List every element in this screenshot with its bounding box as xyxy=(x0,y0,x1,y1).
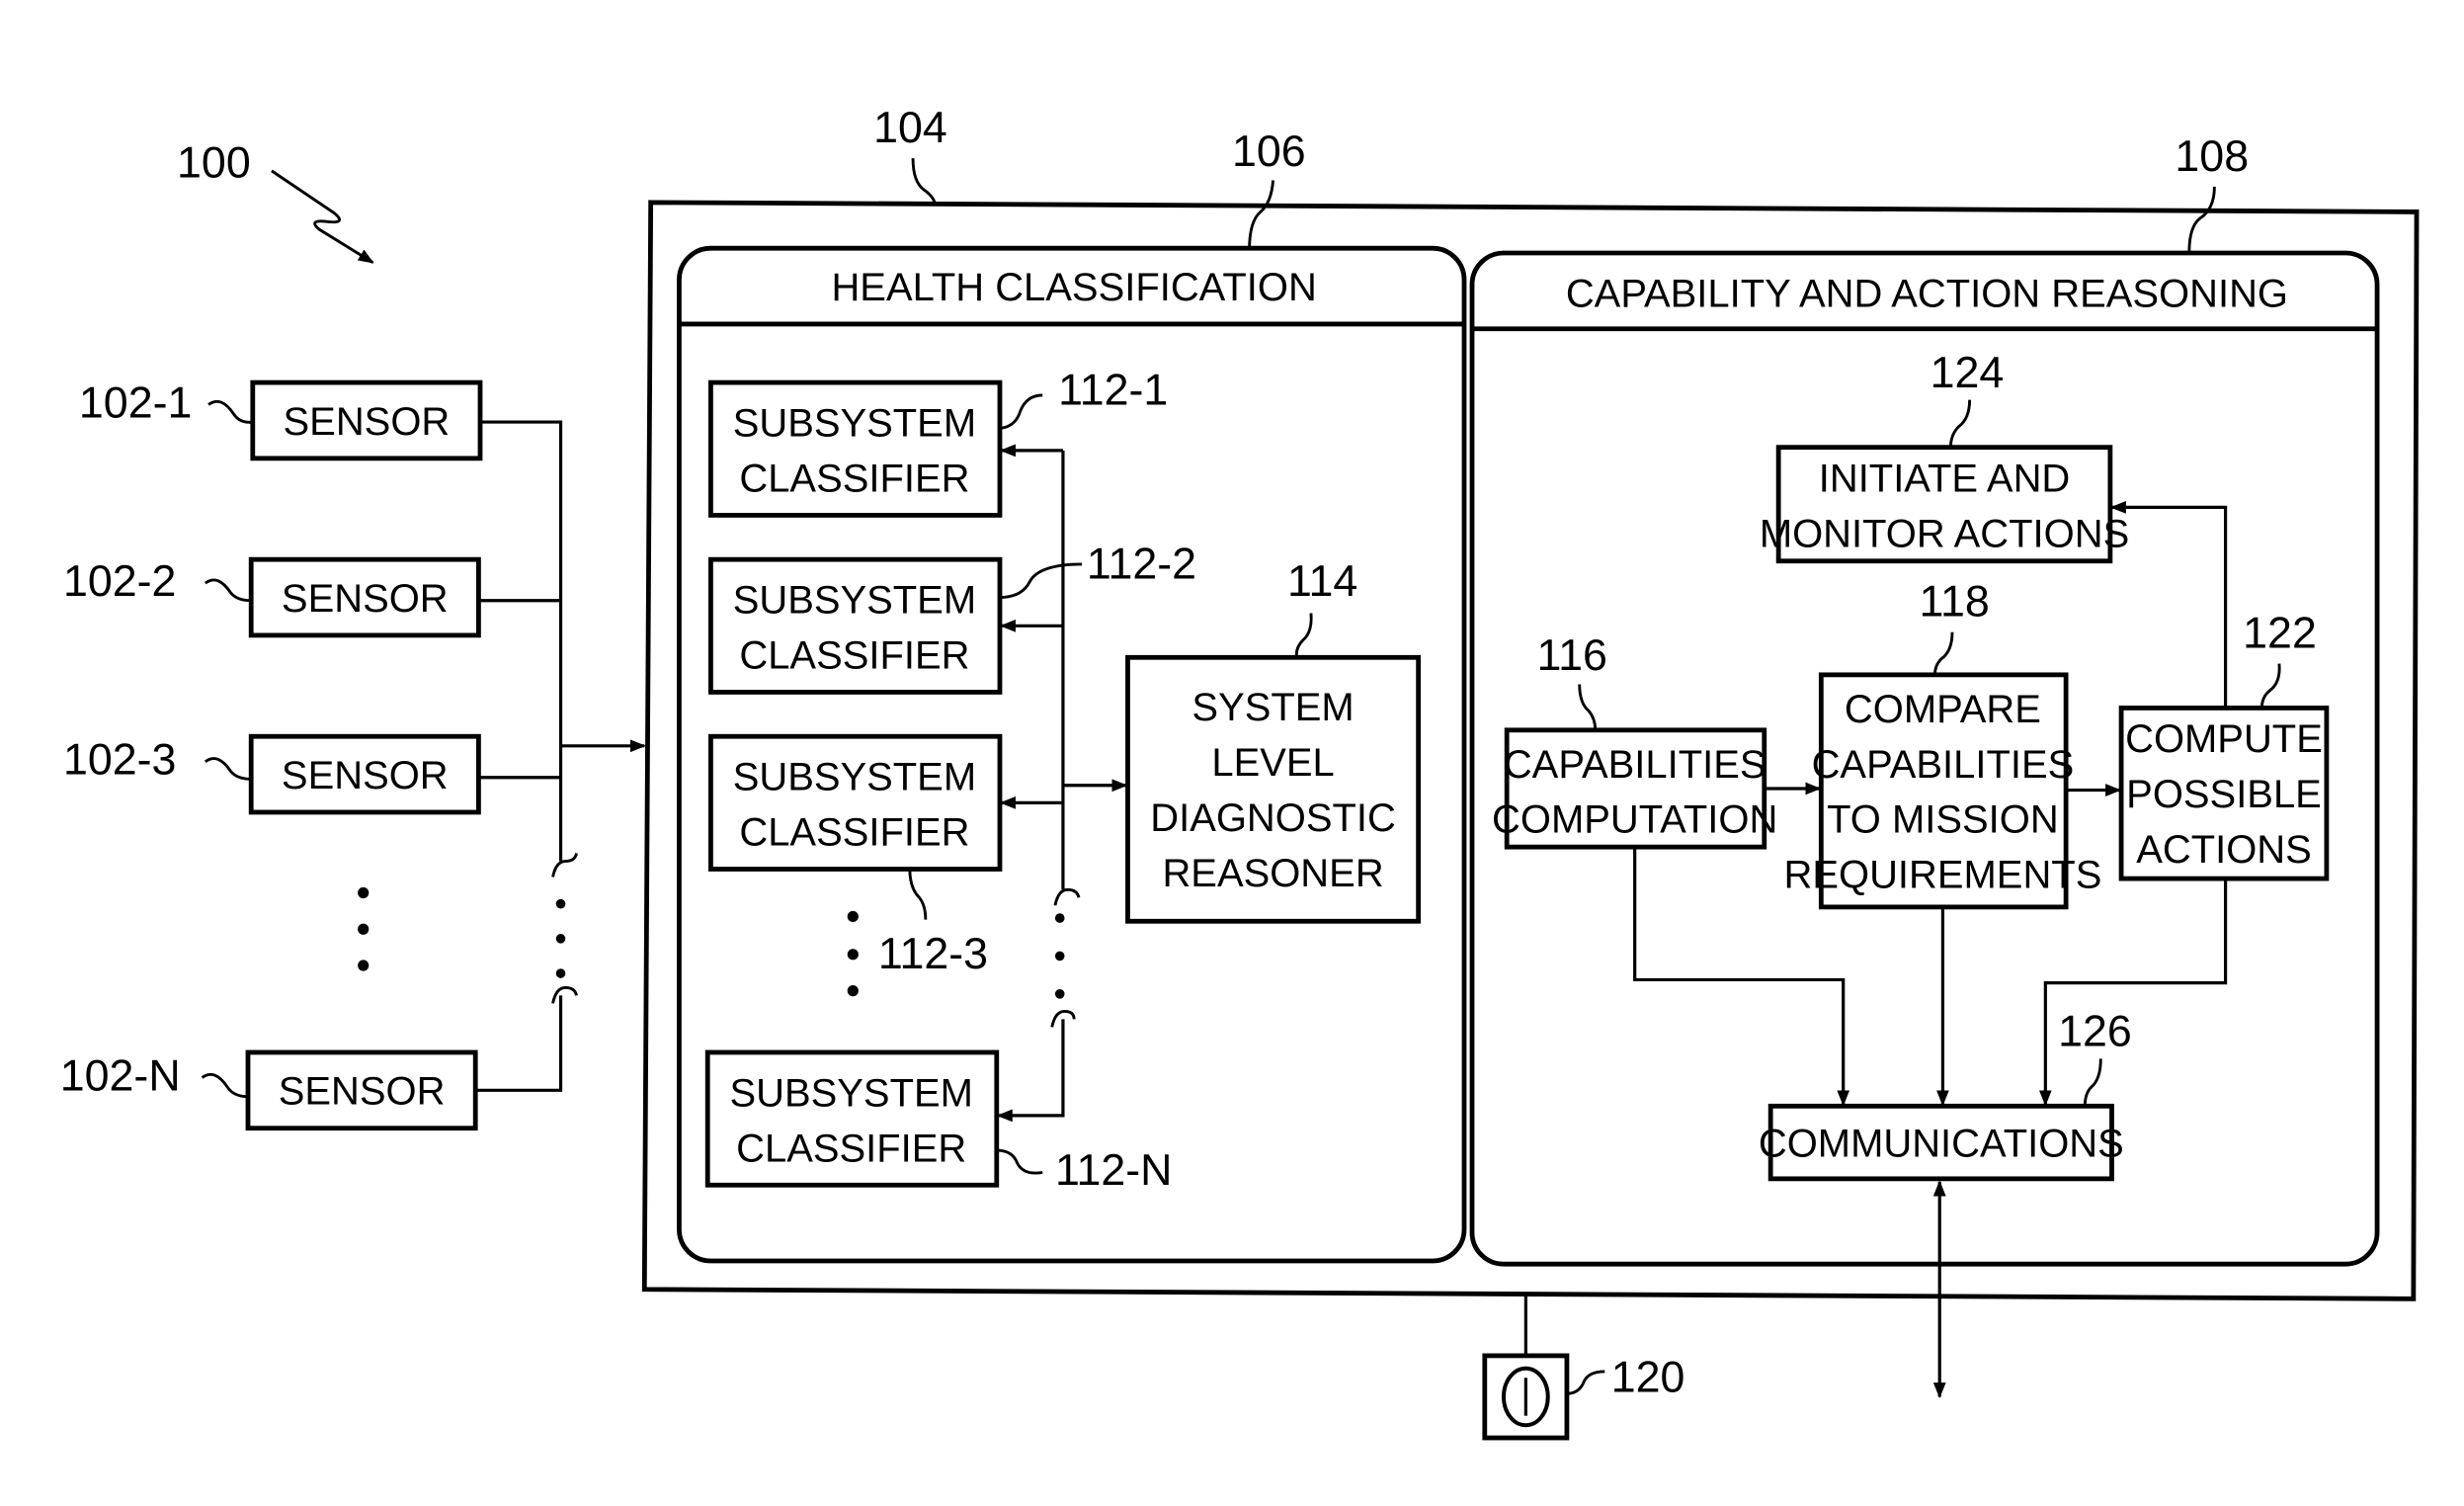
capability-panel-ref: 108 xyxy=(2175,131,2249,181)
classifier-label-2: CLASSIFIER xyxy=(739,811,969,855)
system-level-diagnostic-reasoner: 114 SYSTEM LEVEL DIAGNOSTIC REASONER xyxy=(1125,556,1422,924)
capabilities-label: CAPABILITIES xyxy=(1504,743,1766,787)
classifier-ref: 112-3 xyxy=(878,929,988,978)
sensor-ref: 102-2 xyxy=(63,556,176,606)
classifier-label-1: SUBSYSTEM xyxy=(733,756,976,799)
compute-label: POSSIBLE xyxy=(2126,773,2322,816)
health-panel-ref: 106 xyxy=(1232,126,1306,176)
classifier-ref: 112-N xyxy=(1055,1145,1173,1195)
sensor-ref: 102-3 xyxy=(63,735,176,785)
capabilities-label: COMPUTATION xyxy=(1492,798,1777,842)
sensor-n: 102-N SENSOR xyxy=(60,1049,478,1131)
classifier-3: SUBSYSTEM CLASSIFIER 112-3 xyxy=(708,733,1003,978)
classifier-label-2: CLASSIFIER xyxy=(739,633,969,677)
system-block-diagram: 100 102-1 SENSOR 102-2 SENSOR 102-3 SENS… xyxy=(60,103,2420,1441)
sensor-3: 102-3 SENSOR xyxy=(63,733,481,815)
reasoner-ref: 114 xyxy=(1287,556,1357,606)
classifier-label-1: SUBSYSTEM xyxy=(729,1071,972,1115)
classifier-ref: 112-2 xyxy=(1087,539,1196,588)
figure-ref-label: 100 xyxy=(177,137,251,187)
classifier-label-1: SUBSYSTEM xyxy=(733,401,976,445)
compute-label: COMPUTE xyxy=(2125,717,2323,761)
classifier-label-2: CLASSIFIER xyxy=(736,1127,966,1170)
initiate-monitor-actions: 124 INITIATE AND MONITOR ACTIONS xyxy=(1760,348,2129,564)
sensor-label: SENSOR xyxy=(282,577,449,621)
sensor-label: SENSOR xyxy=(284,400,451,444)
classifier-2: SUBSYSTEM CLASSIFIER 112-2 xyxy=(708,539,1196,695)
reasoner-label: REASONER xyxy=(1162,852,1383,895)
outer-ref-label: 104 xyxy=(873,103,947,152)
power-switch-ref: 120 xyxy=(1611,1353,1685,1402)
sensor-2: 102-2 SENSOR xyxy=(63,556,481,638)
classifier-ref: 112-1 xyxy=(1058,365,1168,414)
communications-label: COMMUNICATIONS xyxy=(1759,1122,2124,1165)
compare-label: TO MISSION xyxy=(1827,798,2059,842)
health-panel-title: HEALTH CLASSIFICATION xyxy=(831,266,1316,309)
capabilities-computation: 116 CAPABILITIES COMPUTATION xyxy=(1492,630,1777,850)
capabilities-ref: 116 xyxy=(1537,630,1607,680)
sensor-1: 102-1 SENSOR xyxy=(79,377,483,461)
reasoner-label: DIAGNOSTIC xyxy=(1150,796,1396,840)
reasoner-label: SYSTEM xyxy=(1191,686,1354,729)
sensor-ref: 102-1 xyxy=(79,377,192,427)
sensor-bus xyxy=(475,420,646,1092)
classifier-label-1: SUBSYSTEM xyxy=(733,579,976,623)
classifier-n: SUBSYSTEM CLASSIFIER 112-N xyxy=(704,1049,1173,1195)
compare-label: CAPABILITIES xyxy=(1812,743,2075,787)
capability-panel-title: CAPABILITY AND ACTION REASONING xyxy=(1566,272,2288,315)
compare-label: REQUIREMENTS xyxy=(1783,854,2101,897)
communications: 126 COMMUNICATIONS xyxy=(1759,1007,2132,1182)
reasoner-label: LEVEL xyxy=(1211,741,1334,785)
classifier-ellipsis xyxy=(847,910,859,997)
communications-ref: 126 xyxy=(2058,1007,2132,1056)
sensor-ref: 102-N xyxy=(60,1050,181,1100)
initiate-label: INITIATE AND xyxy=(1819,457,2071,500)
sensor-ellipsis xyxy=(358,886,370,971)
initiate-ref: 124 xyxy=(1930,348,2005,397)
sensor-label: SENSOR xyxy=(282,754,449,797)
classifier-1: SUBSYSTEM CLASSIFIER 112-1 xyxy=(708,365,1168,518)
initiate-label: MONITOR ACTIONS xyxy=(1760,512,2129,555)
power-switch: 120 xyxy=(1482,1296,1685,1441)
compare-label: COMPARE xyxy=(1845,688,2041,731)
classifier-label-2: CLASSIFIER xyxy=(739,457,969,500)
compare-capabilities: 118 COMPARE CAPABILITIES TO MISSION REQU… xyxy=(1783,577,2101,910)
figure-ref-arrow-icon xyxy=(271,169,374,264)
compare-ref: 118 xyxy=(1919,577,1989,627)
sensor-label: SENSOR xyxy=(279,1070,446,1114)
compute-label: ACTIONS xyxy=(2136,828,2312,872)
compute-ref: 122 xyxy=(2243,609,2317,658)
